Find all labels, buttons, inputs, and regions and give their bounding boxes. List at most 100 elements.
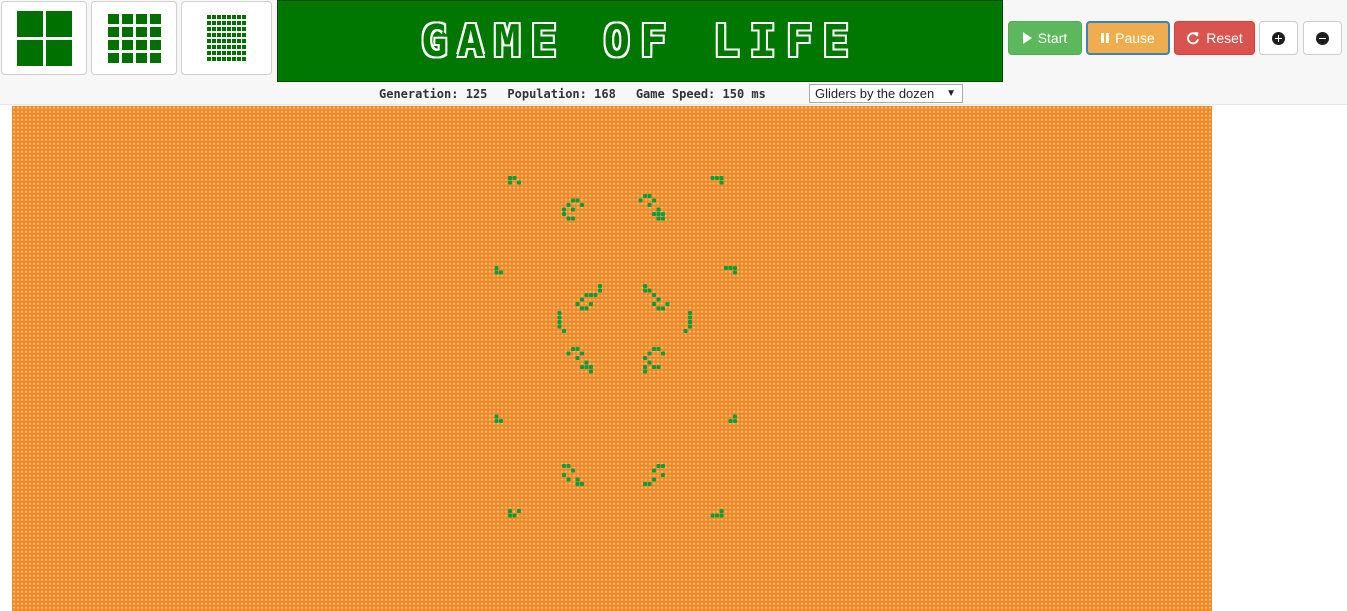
live-cell[interactable] [643,194,647,198]
game-board[interactable] [12,106,1212,611]
live-cell[interactable] [584,360,589,365]
live-cell[interactable] [647,482,652,486]
live-cell[interactable] [665,302,670,306]
live-cell[interactable] [652,293,656,297]
live-cell[interactable] [593,293,598,297]
start-button[interactable]: Start [1008,21,1082,55]
live-cell[interactable] [688,315,692,320]
live-cell[interactable] [589,365,593,369]
live-cell[interactable] [728,266,733,270]
live-cell[interactable] [575,302,580,306]
live-cell[interactable] [571,216,575,221]
live-cell[interactable] [512,176,517,180]
live-cell[interactable] [647,194,652,198]
live-cell[interactable] [652,468,656,473]
live-cell[interactable] [643,284,647,288]
live-cell[interactable] [584,365,589,369]
live-cell[interactable] [575,198,580,203]
live-cell[interactable] [589,369,593,374]
live-cell[interactable] [571,468,575,473]
live-cell[interactable] [557,320,562,324]
live-cell[interactable] [557,311,562,315]
live-cell[interactable] [580,203,584,207]
live-cell[interactable] [715,513,719,518]
live-cell[interactable] [580,482,584,486]
medium-cells-button[interactable] [91,1,177,75]
live-cell[interactable] [647,360,652,365]
live-cell[interactable] [508,180,512,185]
live-cell[interactable] [562,207,566,212]
live-cell[interactable] [517,180,521,185]
live-cell[interactable] [728,419,733,423]
live-cell[interactable] [638,198,643,203]
live-cell[interactable] [661,351,665,356]
live-cell[interactable] [517,509,521,513]
live-cell[interactable] [688,324,692,329]
live-cell[interactable] [656,464,661,468]
live-cell[interactable] [643,369,647,374]
live-cell[interactable] [643,356,647,360]
live-cell[interactable] [656,365,661,369]
live-cell[interactable] [499,419,503,423]
live-cell[interactable] [661,306,665,311]
live-cell[interactable] [508,513,512,518]
live-cell[interactable] [575,477,580,482]
live-cell[interactable] [494,270,499,275]
live-cell[interactable] [575,347,580,351]
live-cell[interactable] [652,302,656,306]
live-cell[interactable] [683,329,688,333]
live-cell[interactable] [719,180,724,185]
live-cell[interactable] [508,176,512,180]
live-cell[interactable] [647,203,652,207]
live-cell[interactable] [589,293,593,297]
live-cell[interactable] [652,477,656,482]
live-cell[interactable] [566,203,571,207]
live-cell[interactable] [566,464,571,468]
live-cell[interactable] [562,212,566,216]
live-cell[interactable] [562,329,566,333]
live-cell[interactable] [652,198,656,203]
live-cell[interactable] [589,302,593,306]
live-cell[interactable] [494,414,499,419]
live-cell[interactable] [566,477,571,482]
live-cell[interactable] [656,216,661,221]
live-cell[interactable] [661,212,665,216]
live-cell[interactable] [733,270,737,275]
live-cell[interactable] [575,356,580,360]
large-cells-button[interactable] [1,1,87,75]
live-cell[interactable] [580,297,584,302]
live-cell[interactable] [584,293,589,297]
live-cell[interactable] [562,464,566,468]
live-cell[interactable] [562,473,566,477]
pattern-select[interactable]: Gliders by the dozen ▼ [809,84,963,103]
pause-button[interactable]: Pause [1086,21,1170,55]
live-cell[interactable] [724,266,728,270]
live-cell[interactable] [715,176,719,180]
live-cell[interactable] [656,347,661,351]
live-cell[interactable] [652,365,656,369]
live-cell[interactable] [499,270,503,275]
live-cell[interactable] [494,419,499,423]
live-cell[interactable] [508,509,512,513]
live-cell[interactable] [719,176,724,180]
live-cell[interactable] [733,419,737,423]
live-cell[interactable] [652,347,656,351]
live-cell[interactable] [656,306,661,311]
live-cell[interactable] [494,266,499,270]
live-cell[interactable] [652,212,656,216]
live-cell[interactable] [733,266,737,270]
speed-up-button[interactable] [1259,21,1298,55]
live-cell[interactable] [571,347,575,351]
live-cell[interactable] [719,513,724,518]
reset-button[interactable]: Reset [1174,21,1255,55]
live-cell[interactable] [656,207,661,212]
live-cell[interactable] [575,482,580,486]
live-cell[interactable] [512,513,517,518]
live-cell[interactable] [710,513,715,518]
live-cell[interactable] [688,311,692,315]
live-cell[interactable] [643,365,647,369]
live-cell[interactable] [580,365,584,369]
live-cell[interactable] [719,509,724,513]
live-cell[interactable] [571,207,575,212]
live-cell[interactable] [656,212,661,216]
